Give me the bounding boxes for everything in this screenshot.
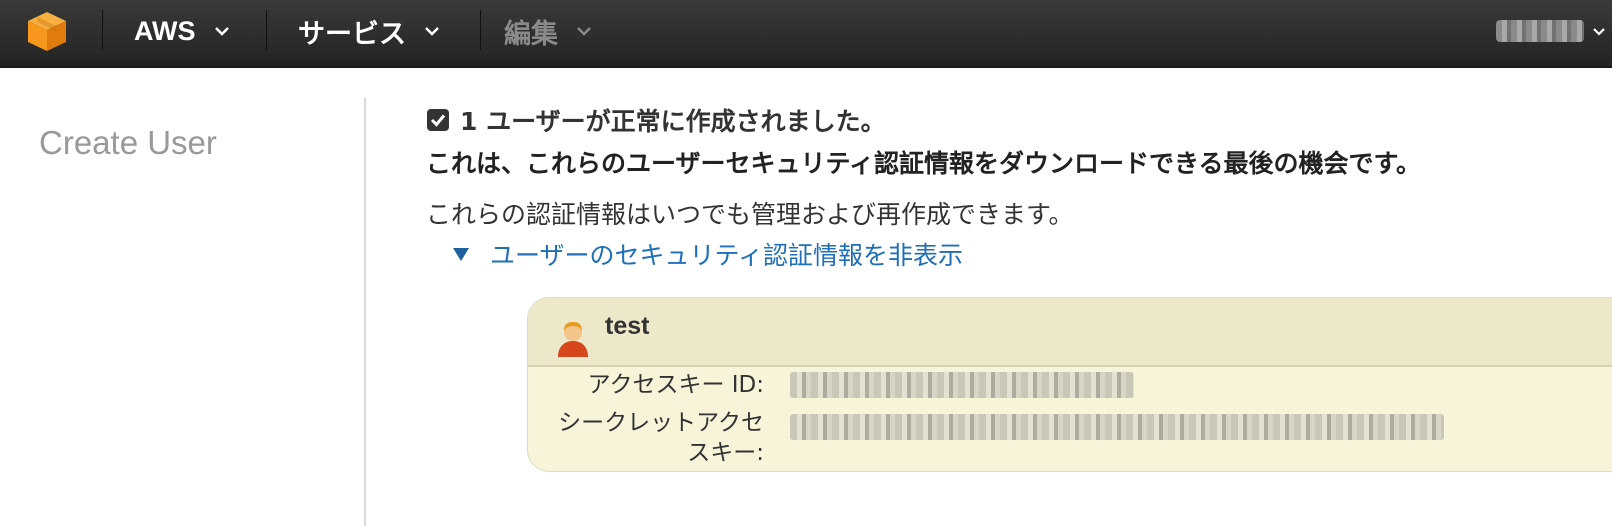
- last-chance-warning: これは、これらのユーザーセキュリティ認証情報をダウンロードできる最後の機会です。: [426, 149, 1422, 178]
- user-credentials-panel: test アクセスキー ID: シークレットアクセ スキー:: [527, 297, 1612, 472]
- nav-separator: [480, 10, 481, 50]
- chevron-down-icon: [214, 27, 229, 36]
- nav-edit-label: 編集: [504, 18, 558, 49]
- sidebar-divider: [364, 98, 366, 526]
- checked-checkbox-icon: [427, 109, 449, 131]
- triangle-down-icon: [453, 248, 469, 261]
- credentials-panel-header: test: [528, 298, 1612, 367]
- hide-credentials-toggle[interactable]: ユーザーのセキュリティ認証情報を非表示: [452, 236, 963, 272]
- credentials-username: test: [605, 312, 650, 340]
- sidebar-title: Create User: [39, 124, 217, 161]
- nav-separator: [102, 10, 103, 50]
- chevron-down-icon: [425, 27, 439, 36]
- credentials-info-text: これらの認証情報はいつでも管理および再作成できます。: [426, 200, 1074, 229]
- aws-cube-icon[interactable]: [26, 10, 68, 52]
- user-account-menu[interactable]: [1496, 0, 1606, 62]
- secret-access-key-value-redacted: [790, 414, 1444, 440]
- success-message: 1 ユーザーが正常に作成されました。: [426, 102, 886, 138]
- chevron-down-icon: [1593, 27, 1605, 36]
- user-icon: [558, 322, 588, 357]
- nav-aws-label: AWS: [134, 15, 196, 46]
- chevron-down-icon: [577, 27, 591, 36]
- nav-separator: [266, 10, 267, 50]
- secret-key-label-line1: シークレットアクセ: [558, 410, 764, 436]
- nav-services-label: サービス: [298, 18, 406, 49]
- nav-edit-menu: 編集: [504, 0, 592, 62]
- secret-key-label-line2: スキー:: [687, 440, 764, 466]
- access-key-id-value-redacted: [790, 372, 1134, 398]
- hide-credentials-label: ユーザーのセキュリティ認証情報を非表示: [490, 241, 964, 270]
- success-message-text: 1 ユーザーが正常に作成されました。: [460, 107, 886, 136]
- access-key-id-label: アクセスキー ID:: [587, 372, 764, 398]
- redacted-username: [1496, 20, 1584, 42]
- top-navigation-bar: AWS サービス 編集: [0, 0, 1612, 68]
- nav-aws-menu[interactable]: AWS: [134, 0, 230, 62]
- secret-access-key-label: シークレットアクセ スキー:: [528, 408, 764, 468]
- nav-services-menu[interactable]: サービス: [298, 0, 440, 62]
